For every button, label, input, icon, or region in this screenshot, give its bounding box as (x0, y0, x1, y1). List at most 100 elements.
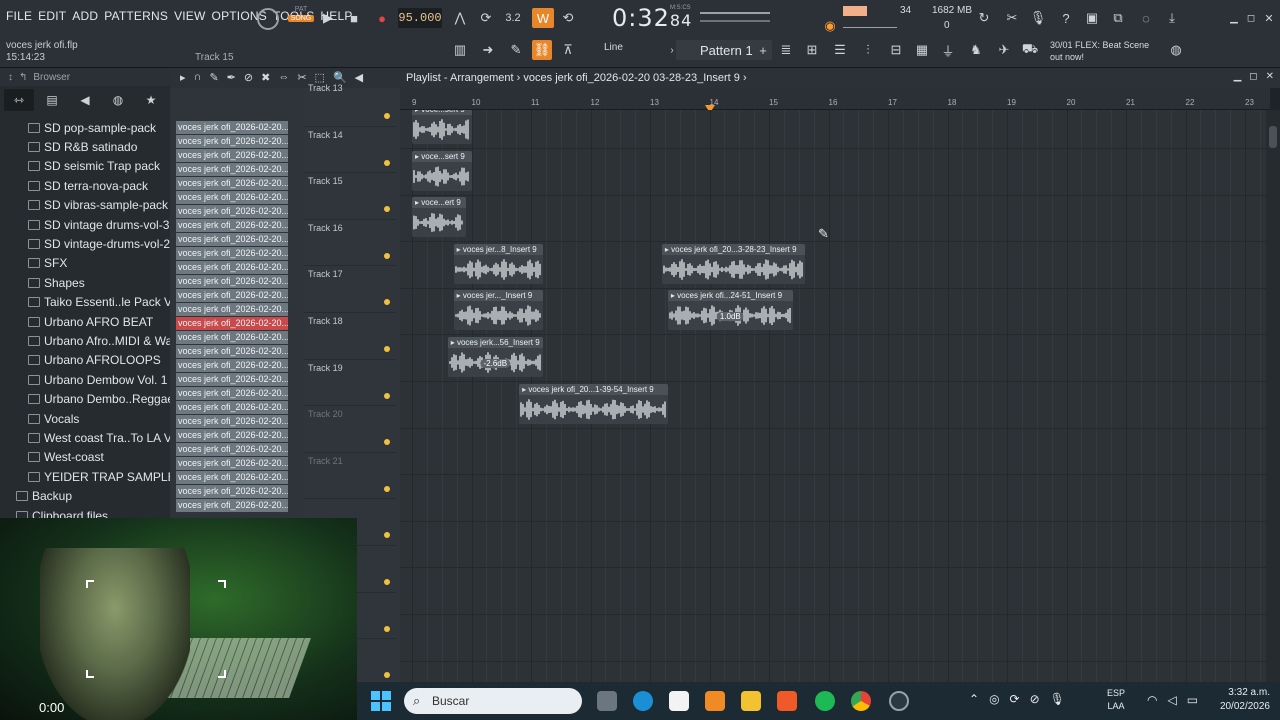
track-enable-led[interactable] (384, 159, 390, 166)
tray-app-icon[interactable]: ◎ (989, 692, 999, 706)
loop-record-icon[interactable]: ⟲ (560, 10, 576, 26)
browser-folder[interactable]: SD R&B satinado (0, 137, 170, 156)
track-enable-led[interactable] (384, 439, 390, 446)
audio-clip[interactable]: voces jerk...56_Insert 9 -2.6dB (447, 337, 543, 377)
clip-source-item[interactable]: voces jerk ofi_2026-02-20... (176, 429, 288, 442)
track-enable-led[interactable] (384, 532, 390, 539)
help-icon[interactable]: ? (1058, 10, 1074, 26)
track-header[interactable]: Track 13 (304, 80, 396, 127)
clip-title[interactable]: voce...sert 9 (412, 150, 472, 162)
audio-clip[interactable]: voces jerk ofi_20...3-28-23_Insert 9 (661, 243, 805, 284)
snap-link-icon[interactable]: ⛓ (532, 40, 552, 60)
pencil-icon[interactable]: ✎ (508, 42, 524, 58)
arrangement-grid[interactable]: voce...sert 9 voce...sert 9 voce...ert 9 vo… (400, 110, 1266, 682)
clip-source-item[interactable]: voces jerk ofi_2026-02-20... (176, 163, 288, 176)
tuning-fork-icon[interactable]: ✂ (1004, 10, 1020, 26)
tray-mic-icon[interactable]: 🎙 (1050, 692, 1065, 706)
channel-rack-icon[interactable]: ⊞ (804, 42, 820, 58)
track-enable-led[interactable] (384, 672, 390, 679)
volume-icon[interactable]: ◁ (1167, 693, 1176, 707)
timeline-ruler[interactable]: 9 10 11 12 13 14 15 16 17 18 19 20 21 22 23 (400, 88, 1270, 110)
task-view-icon[interactable] (597, 691, 617, 711)
track-header[interactable]: Track 15 (304, 173, 396, 220)
audio-clip[interactable]: voce...sert 9 (412, 150, 472, 191)
edge-icon[interactable] (633, 691, 653, 711)
clip-source-item[interactable]: voces jerk ofi_2026-02-20... (176, 233, 288, 246)
battery-icon[interactable]: ▭ (1187, 693, 1198, 707)
clip-source-item[interactable]: voces jerk ofi_2026-02-20... (176, 121, 288, 134)
fl-studio-icon[interactable] (705, 691, 725, 711)
pat-song-toggle[interactable]: PAT SONG (288, 6, 314, 30)
browser-folder[interactable]: SD vintage drums-vol-3 (0, 215, 170, 234)
clip-title[interactable]: voces jerk ofi_20...3-28-23_Insert 9 (661, 243, 805, 255)
master-volume-knob[interactable] (257, 8, 279, 30)
clip-source-item[interactable]: voces jerk ofi_2026-02-20... (176, 261, 288, 274)
clip-title[interactable]: voce...sert 9 (412, 110, 472, 115)
track-header[interactable]: Track 14 (304, 127, 396, 174)
clip-source-item[interactable]: voces jerk ofi_2026-02-20... (176, 499, 288, 512)
clip-source-item[interactable]: voces jerk ofi_2026-02-20... (176, 149, 288, 162)
browser-tree-icon[interactable]: ⊟ (888, 42, 904, 58)
browser-folder[interactable]: YEIDER TRAP SAMPLES (0, 467, 170, 486)
clip-title[interactable]: voces jer...8_Insert 9 (453, 243, 543, 255)
clip-source-item[interactable]: voces jerk ofi_2026-02-20... (176, 275, 288, 288)
minimize-icon[interactable]: ▁ (1226, 10, 1242, 26)
clip-source-item[interactable]: voces jerk ofi_2026-02-20... (176, 219, 288, 232)
arrow-nav-icon[interactable]: ↕ (8, 72, 13, 83)
audio-clip[interactable]: voces jer...8_Insert 9 (453, 243, 543, 284)
clip-source-item[interactable]: voces jerk ofi_2026-02-20... (176, 415, 288, 428)
browser-folder[interactable]: West coast Tra..To LA Vol. 1 (0, 428, 170, 447)
menu-file[interactable]: FILE (6, 9, 32, 23)
clip-source-item[interactable]: voces jerk ofi_2026-02-20... (176, 331, 288, 344)
browser-folder[interactable]: West-coast (0, 448, 170, 467)
brave-icon[interactable] (777, 691, 797, 711)
breadcrumb-clip[interactable]: voces jerk ofi_2026-02-20 03-28-23_Inser… (523, 72, 739, 84)
menu-edit[interactable]: EDIT (38, 9, 66, 23)
clip-source-item[interactable]: voces jerk ofi_2026-02-20... (176, 485, 288, 498)
clip-source-item[interactable]: voces jerk ofi_2026-02-20... (176, 205, 288, 218)
piano-roll-icon[interactable]: ▥ (452, 42, 468, 58)
microphone-icon[interactable]: 🎙 (1030, 10, 1047, 26)
track-enable-led[interactable] (384, 485, 390, 492)
tempo-display[interactable]: 95.000 (398, 8, 442, 28)
browser-folder[interactable]: SD terra-nova-pack (0, 176, 170, 195)
paint-icon[interactable]: ✒ (227, 71, 236, 84)
browser-folder[interactable]: SD seismic Trap pack (0, 157, 170, 176)
file-explorer-icon[interactable] (741, 691, 761, 711)
track-enable-led[interactable] (384, 346, 390, 352)
browser-folder[interactable]: Urbano Dembow Vol. 1 (0, 370, 170, 389)
track-enable-led[interactable] (384, 392, 390, 399)
draw-icon[interactable]: ✎ (209, 71, 218, 84)
sounds-tab-icon[interactable]: ◀ (70, 89, 100, 111)
clip-source-item[interactable]: voces jerk ofi_2026-02-20... (176, 387, 288, 400)
plug-icon[interactable]: ⏚ (940, 42, 956, 59)
plugin-icon[interactable]: ⧉ (1110, 10, 1126, 26)
browser-folder[interactable]: Vocals (0, 409, 170, 428)
plugin-db-icon[interactable]: ▦ (914, 42, 930, 58)
clip-source-item[interactable]: voces jerk ofi_2026-02-20... (176, 317, 288, 330)
browser-folder[interactable]: Urbano AFRO BEAT (0, 312, 170, 331)
track-header[interactable]: Track 16 (304, 220, 396, 267)
clip-source-item[interactable]: voces jerk ofi_2026-02-20... (176, 303, 288, 316)
news-panel[interactable]: 30/01 FLEX: Beat Scene out now! (1050, 39, 1149, 63)
browser-folder[interactable]: Urbano Dembo..Reggaeton (0, 389, 170, 408)
track-enable-led[interactable] (384, 579, 390, 585)
chat-icon[interactable]: ◌ (1138, 10, 1154, 26)
clip-icon[interactable]: ✈ (996, 42, 1012, 58)
globe-icon[interactable]: ◍ (1168, 42, 1184, 58)
browser-folder[interactable]: Taiko Essenti..le Pack Vol. 1 (0, 293, 170, 312)
tray-chevron-icon[interactable]: ⌃ (969, 692, 979, 706)
metronome-icon[interactable]: ⋀ (452, 10, 468, 26)
tray-mute-icon[interactable]: ⊘ (1030, 692, 1040, 706)
browser-folder[interactable]: SD vibras-sample-pack (0, 196, 170, 215)
track-enable-led[interactable] (384, 252, 390, 259)
app-icon[interactable] (889, 691, 909, 711)
audio-clip[interactable]: voces jerk ofi_20...1-39-54_Insert 9 (519, 383, 668, 424)
track-header[interactable]: Track 17 (304, 266, 396, 313)
track-header[interactable]: Track 18 (304, 313, 396, 360)
files-tab-icon[interactable]: ▤ (37, 89, 67, 111)
tray-sync-icon[interactable]: ⟳ (1010, 692, 1020, 706)
cart-icon[interactable]: ⛟ (1022, 41, 1038, 58)
magnet-icon[interactable]: ∩ (194, 71, 202, 84)
play-arrow-icon[interactable]: ▸ (180, 71, 186, 84)
